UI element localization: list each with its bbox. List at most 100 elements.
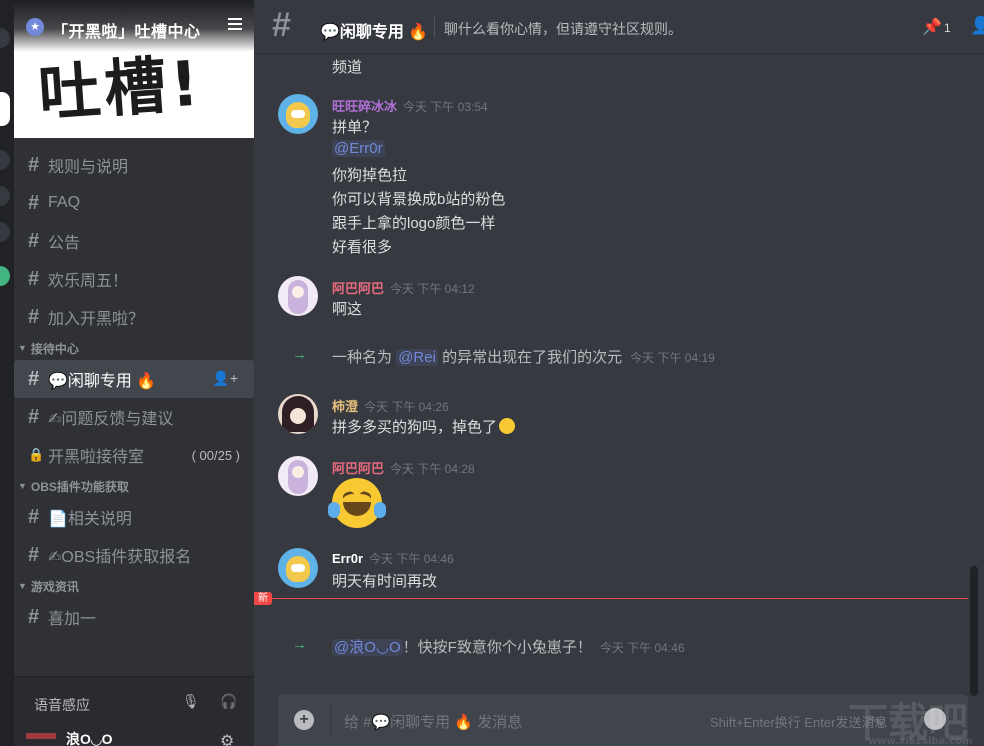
message-timestamp: 今天 下午 04:46 bbox=[599, 641, 685, 655]
server-icon[interactable] bbox=[0, 222, 10, 242]
message-author[interactable]: 阿巴阿巴 今天 下午 04:12 bbox=[332, 278, 475, 297]
message-text: 啊这 bbox=[332, 301, 363, 318]
channel-join[interactable]: # 加入开黑啦？ bbox=[14, 298, 254, 336]
message-text: 好看很多 bbox=[332, 239, 393, 256]
category-game-news[interactable]: ▼ 游戏资讯 bbox=[14, 574, 254, 598]
message-text: 拼多多买的狗吗，掉色了 bbox=[332, 416, 516, 437]
channel-obs-info[interactable]: # 📄相关说明 bbox=[14, 498, 254, 536]
microphone-icon[interactable]: 🎙 bbox=[182, 693, 200, 710]
channel-free-games[interactable]: # 喜加一 bbox=[14, 598, 254, 636]
watermark-url: www.xiazaiba.com bbox=[868, 736, 973, 746]
system-message: → 一种名为 @Rei 的异常出现在了我们的次元 今天 下午 04:19 bbox=[254, 344, 964, 368]
avatar[interactable] bbox=[278, 548, 318, 588]
verified-icon: ★ bbox=[26, 18, 44, 36]
current-username: 浪O◡O bbox=[66, 731, 113, 746]
hash-icon: # bbox=[28, 153, 40, 176]
header-divider bbox=[434, 16, 435, 38]
channel-announcements[interactable]: # 公告 bbox=[14, 222, 254, 260]
author-name: Err0r bbox=[332, 551, 364, 566]
message-text: 跟手上拿的logo颜色一样 bbox=[332, 215, 496, 232]
channel-topic: 聊什么看你心情，但请遵守社区规则。 bbox=[444, 21, 682, 37]
channel-label: ✍问题反馈与建议 bbox=[48, 411, 174, 428]
avatar[interactable] bbox=[278, 94, 318, 134]
join-arrow-icon: → bbox=[292, 346, 307, 363]
user-mention[interactable]: @Err0r bbox=[332, 140, 385, 157]
avatar[interactable] bbox=[278, 394, 318, 434]
system-text: @浪O◡O ！快按F致意你个小兔崽子！ 今天 下午 04:46 bbox=[332, 636, 685, 657]
category-title: 接待中心 bbox=[30, 341, 79, 356]
message-timestamp: 今天 下午 04:46 bbox=[369, 552, 454, 566]
message-input[interactable]: 给 #💬闲聊专用 🔥 发消息 bbox=[344, 711, 522, 732]
channel-faq[interactable]: # FAQ bbox=[14, 184, 254, 222]
message-author[interactable]: 旺旺碎冰冰 今天 下午 03:54 bbox=[332, 96, 488, 115]
channel-label: 喜加一 bbox=[48, 611, 97, 628]
channel-chat-active[interactable]: # 💬闲聊专用 🔥 👤+ bbox=[14, 360, 254, 398]
message-author[interactable]: Err0r 今天 下午 04:46 bbox=[332, 550, 454, 567]
voice-channel-reception[interactable]: 🔒 开黑啦接待室 ( 00/25 ) bbox=[14, 436, 254, 474]
channel-feedback[interactable]: # ✍问题反馈与建议 bbox=[14, 398, 254, 436]
guild-header[interactable]: 吐槽! ★ 「开黑啦」吐槽中心 bbox=[14, 0, 254, 138]
hash-icon: # bbox=[28, 543, 40, 566]
category-reception[interactable]: ▼ 接待中心 bbox=[14, 336, 254, 360]
new-messages-divider bbox=[254, 598, 968, 599]
channel-label: ✍OBS插件获取报名 bbox=[48, 549, 192, 566]
scrollbar[interactable] bbox=[970, 566, 978, 696]
message-text: 你狗掉色拉 bbox=[332, 167, 408, 184]
server-icon-active[interactable] bbox=[0, 92, 10, 126]
channel-obs-signup[interactable]: # ✍OBS插件获取报名 bbox=[14, 536, 254, 574]
channel-header: # 💬闲聊专用 🔥 聊什么看你心情，但请遵守社区规则。 📌 1 👤 bbox=[254, 0, 984, 54]
hash-icon: # bbox=[28, 505, 40, 528]
hash-icon: # bbox=[28, 367, 40, 390]
system-text: 一种名为 @Rei 的异常出现在了我们的次元 今天 下午 04:19 bbox=[332, 346, 715, 367]
gear-icon[interactable]: ⚙ bbox=[220, 731, 234, 746]
channel-happy-friday[interactable]: # 欢乐周五！ bbox=[14, 260, 254, 298]
user-mention[interactable]: @浪O◡O bbox=[332, 639, 403, 656]
add-user-icon[interactable]: 👤+ bbox=[212, 370, 238, 387]
category-title: OBS插件功能获取 bbox=[30, 479, 129, 494]
input-divider bbox=[330, 704, 331, 736]
author-name: 柿澄 bbox=[332, 399, 359, 414]
hash-icon: # bbox=[28, 191, 40, 214]
hash-icon: # bbox=[28, 405, 40, 428]
channel-label: 💬闲聊专用 🔥 bbox=[48, 373, 157, 390]
author-name: 阿巴阿巴 bbox=[332, 281, 385, 296]
user-tag bbox=[26, 733, 56, 739]
message-list: 频道 旺旺碎冰冰 今天 下午 03:54 拼单？ @Err0r 你狗掉色拉 你可以… bbox=[254, 54, 984, 694]
server-icon[interactable] bbox=[0, 186, 10, 206]
server-icon[interactable] bbox=[0, 150, 10, 170]
channel-label: 📄相关说明 bbox=[48, 511, 132, 528]
upload-plus-icon[interactable]: + bbox=[294, 710, 314, 730]
server-icon[interactable] bbox=[0, 28, 10, 48]
message-text: 频道 bbox=[332, 59, 363, 76]
channel-label: 加入开黑啦？ bbox=[48, 311, 145, 328]
server-icon[interactable] bbox=[0, 266, 10, 286]
headphones-icon[interactable]: 🎧 bbox=[220, 693, 237, 710]
watermark-logo: 下载吧 www.xiazaiba.com bbox=[848, 690, 972, 746]
author-name: 旺旺碎冰冰 bbox=[332, 99, 398, 114]
system-suffix: 的异常出现在了我们的次元 bbox=[442, 349, 623, 366]
menu-icon[interactable] bbox=[228, 18, 242, 32]
channel-list: # 规则与说明 # FAQ # 公告 # 欢乐周五！ # 加入开黑啦？ ▼ 接待中心 # 💬闲… bbox=[14, 146, 254, 636]
channel-rules[interactable]: # 规则与说明 bbox=[14, 146, 254, 184]
author-name: 阿巴阿巴 bbox=[332, 461, 385, 476]
chevron-down-icon: ▼ bbox=[18, 343, 27, 353]
channel-title: 💬闲聊专用 🔥 bbox=[320, 24, 429, 41]
message-author[interactable]: 阿巴阿巴 今天 下午 04:28 bbox=[332, 458, 475, 477]
message-timestamp: 今天 下午 04:26 bbox=[364, 400, 449, 414]
system-prefix: 一种名为 bbox=[332, 349, 393, 366]
category-obs[interactable]: ▼ OBS插件功能获取 bbox=[14, 474, 254, 498]
pin-icon[interactable]: 📌 bbox=[922, 17, 942, 37]
user-mention[interactable]: @Rei bbox=[396, 349, 438, 366]
channel-label: 开黑啦接待室 bbox=[48, 449, 145, 466]
avatar[interactable] bbox=[278, 276, 318, 316]
voice-user-count: ( 00/25 ) bbox=[191, 447, 240, 463]
new-messages-tag: 新 bbox=[254, 592, 272, 605]
avatar[interactable] bbox=[278, 456, 318, 496]
hash-icon: # bbox=[28, 305, 40, 328]
hash-icon: # bbox=[272, 6, 291, 44]
channel-sidebar: 吐槽! ★ 「开黑啦」吐槽中心 # 规则与说明 # FAQ # 公告 # 欢乐周五！ #… bbox=[14, 0, 254, 746]
member-list-icon[interactable]: 👤 bbox=[970, 16, 984, 36]
message-timestamp: 今天 下午 04:28 bbox=[390, 462, 475, 476]
message-author[interactable]: 柿澄 今天 下午 04:26 bbox=[332, 396, 449, 415]
channel-label: FAQ bbox=[48, 194, 81, 211]
